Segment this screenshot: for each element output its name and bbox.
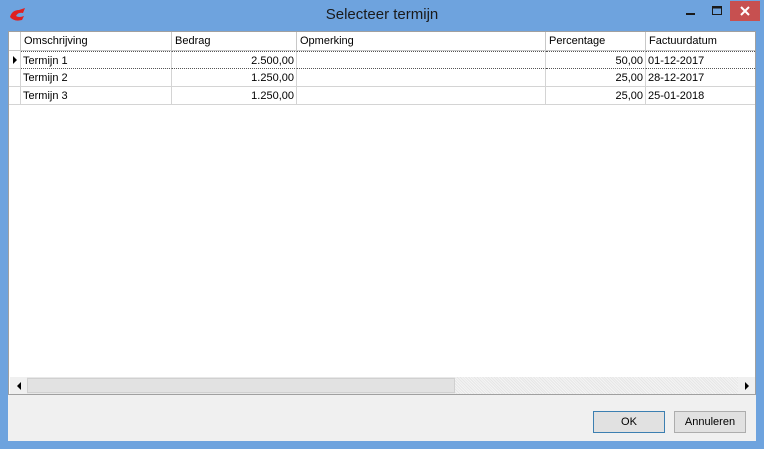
arrow-right-icon [744,381,749,390]
cell-percentage[interactable]: 50,00 [546,51,646,69]
maximize-button[interactable] [704,1,730,21]
ok-button[interactable]: OK [593,411,665,433]
current-row-arrow-icon [13,56,17,64]
cell-omschrijving[interactable]: Termijn 3 [21,87,172,105]
row-indicator [9,51,21,69]
cell-factuurdatum[interactable]: 01-12-2017 [646,51,755,69]
cell-bedrag[interactable]: 1.250,00 [172,69,297,87]
column-header-bedrag[interactable]: Bedrag [172,32,297,50]
close-button[interactable] [730,1,760,21]
cell-opmerking[interactable] [297,87,546,105]
column-header-omschrijving[interactable]: Omschrijving [21,32,172,50]
title-bar[interactable]: Selecteer termijn [0,0,764,31]
cell-opmerking[interactable] [297,69,546,87]
header-indicator-cell [9,32,21,50]
minimize-icon [686,13,695,15]
dialog-window: Selecteer termijn Omschrijving Bedrag Op… [0,0,764,449]
cell-bedrag[interactable]: 2.500,00 [172,51,297,69]
window-title: Selecteer termijn [325,6,439,23]
maximize-icon [712,6,722,15]
arrow-left-icon [16,381,21,390]
dialog-body: Omschrijving Bedrag Opmerking Percentage… [8,31,756,441]
cell-percentage[interactable]: 25,00 [546,69,646,87]
scroll-left-button[interactable] [10,377,27,394]
column-header-factuurdatum[interactable]: Factuurdatum [646,32,755,50]
cell-factuurdatum[interactable]: 25-01-2018 [646,87,755,105]
scrollbar-track[interactable] [455,377,738,394]
table-row[interactable]: Termijn 1 2.500,00 50,00 01-12-2017 [9,51,755,69]
column-header-percentage[interactable]: Percentage [546,32,646,50]
scrollbar-thumb[interactable] [27,378,455,393]
grid-header: Omschrijving Bedrag Opmerking Percentage… [9,32,755,51]
table-row[interactable]: Termijn 3 1.250,00 25,00 25-01-2018 [9,87,755,105]
cell-percentage[interactable]: 25,00 [546,87,646,105]
row-indicator [9,69,21,87]
cell-factuurdatum[interactable]: 28-12-2017 [646,69,755,87]
minimize-button[interactable] [676,1,704,21]
cancel-button[interactable]: Annuleren [674,411,746,433]
cell-opmerking[interactable] [297,51,546,69]
close-icon [740,6,750,16]
table-row[interactable]: Termijn 2 1.250,00 25,00 28-12-2017 [9,69,755,87]
termijn-grid[interactable]: Omschrijving Bedrag Opmerking Percentage… [8,31,756,395]
cell-omschrijving[interactable]: Termijn 2 [21,69,172,87]
column-header-opmerking[interactable]: Opmerking [297,32,546,50]
cell-omschrijving[interactable]: Termijn 1 [21,51,172,69]
horizontal-scrollbar[interactable] [10,377,755,394]
row-indicator [9,87,21,105]
scroll-right-button[interactable] [738,377,755,394]
cell-bedrag[interactable]: 1.250,00 [172,87,297,105]
